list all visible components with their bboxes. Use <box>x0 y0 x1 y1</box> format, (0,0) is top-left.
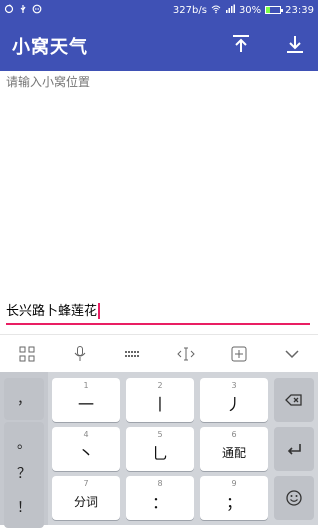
app-bar: 小窝天气 <box>0 20 318 71</box>
key-2[interactable]: 2 丨 <box>126 378 194 422</box>
location-input[interactable]: 长兴路卜蜂莲花 <box>6 303 310 325</box>
clock: 23:39 <box>285 4 314 16</box>
punctuation-column: ， 。 ？ ！ <box>0 372 48 528</box>
network-speed: 327b/s <box>172 4 207 16</box>
keyboard-toolbar <box>0 334 318 373</box>
key-exclamation[interactable]: ！ <box>4 486 44 528</box>
key-1[interactable]: 1 一 <box>52 378 120 422</box>
add-box-icon[interactable] <box>225 340 253 368</box>
status-left <box>4 4 42 17</box>
message-icon <box>32 4 42 17</box>
battery-icon <box>265 6 284 14</box>
collapse-icon[interactable] <box>278 340 306 368</box>
key-3[interactable]: 3 丿 <box>200 378 268 422</box>
usb-icon <box>18 4 28 17</box>
status-bar: 327b/s 30% 23:39 <box>0 0 318 20</box>
main-content: 请输入小窝位置 长兴路卜蜂莲花 <box>0 71 318 334</box>
download-icon[interactable] <box>284 33 306 59</box>
backspace-icon[interactable] <box>274 378 314 422</box>
key-comma[interactable]: ， <box>4 378 44 420</box>
battery-percent: 30% <box>238 4 262 16</box>
location-placeholder: 请输入小窝位置 <box>6 75 91 89</box>
grid-icon[interactable] <box>13 340 41 368</box>
enter-icon[interactable] <box>274 427 314 471</box>
emoji-icon[interactable] <box>274 476 314 520</box>
app-actions <box>230 33 306 59</box>
key-8[interactable]: 8 ： <box>126 476 194 520</box>
microphone-icon[interactable] <box>66 340 94 368</box>
upload-icon[interactable] <box>230 33 252 59</box>
location-input-value[interactable]: 长兴路卜蜂莲花 <box>6 303 97 321</box>
app-title: 小窝天气 <box>12 36 88 58</box>
signal-icon <box>225 4 235 17</box>
key-7[interactable]: 7 分词 <box>52 476 120 520</box>
key-9[interactable]: 9 ； <box>200 476 268 520</box>
text-cursor <box>98 303 101 319</box>
status-right: 327b/s 30% 23:39 <box>173 4 314 17</box>
sync-icon <box>4 4 14 17</box>
wifi-icon <box>211 4 221 17</box>
keyboard-icon[interactable] <box>119 340 147 368</box>
cursor-move-icon[interactable] <box>172 340 200 368</box>
key-4[interactable]: 4 丶 <box>52 427 120 471</box>
keyboard: ， 。 ？ ！ 1 一 2 丨 3 丿 4 丶 5 乚 6 通配 7 分词 8 … <box>0 372 318 528</box>
key-5[interactable]: 5 乚 <box>126 427 194 471</box>
key-6[interactable]: 6 通配 <box>200 427 268 471</box>
